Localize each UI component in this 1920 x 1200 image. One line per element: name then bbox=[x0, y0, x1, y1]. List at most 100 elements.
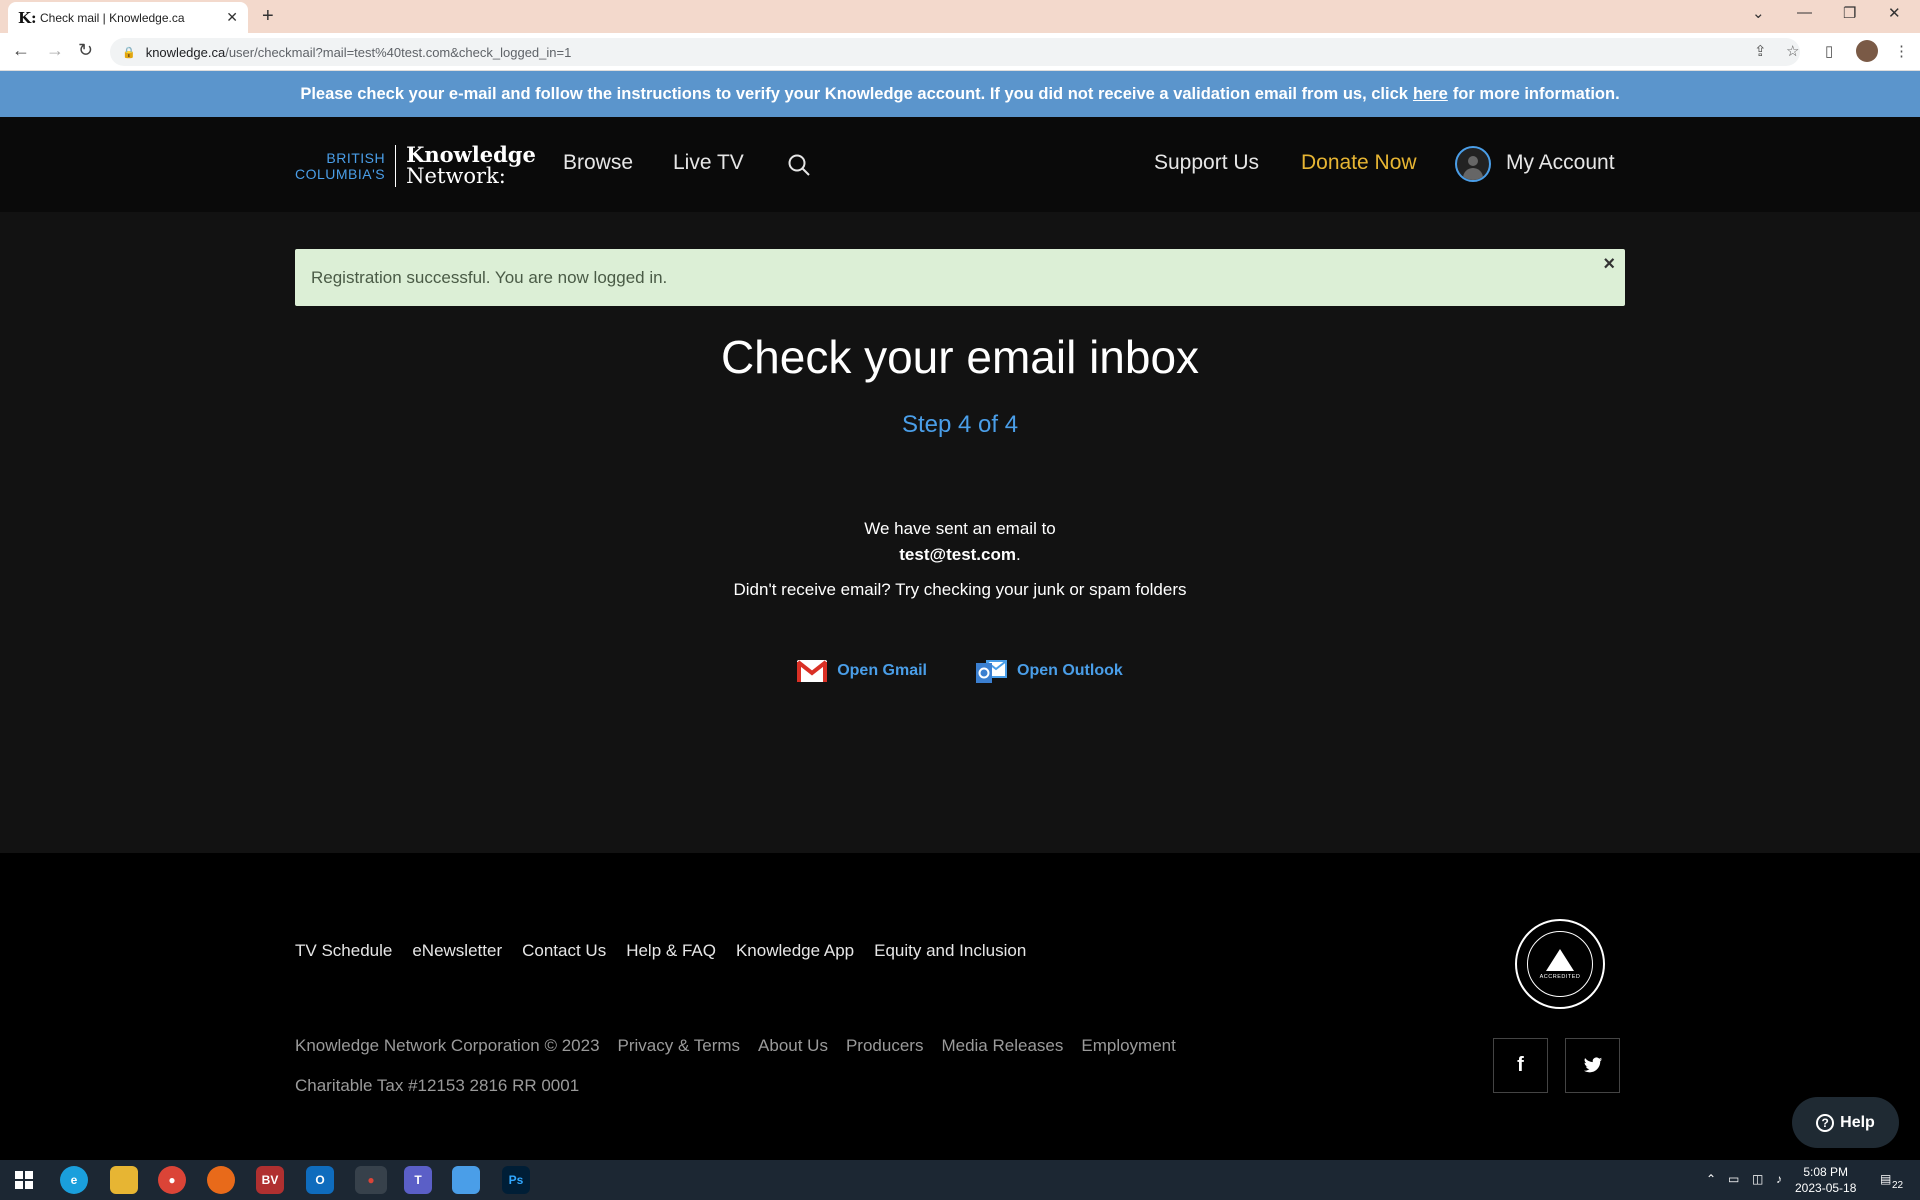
notepad-icon[interactable] bbox=[452, 1166, 480, 1194]
lock-icon: 🔒 bbox=[122, 46, 136, 59]
browser-tab[interactable]: K: Check mail | Knowledge.ca ✕ bbox=[8, 2, 248, 33]
outlook-icon bbox=[976, 660, 1007, 683]
back-icon[interactable]: ← bbox=[12, 40, 30, 61]
tab-title: Check mail | Knowledge.ca bbox=[40, 10, 185, 25]
nav-donate-now[interactable]: Donate Now bbox=[1301, 151, 1417, 175]
legal-link-employment[interactable]: Employment bbox=[1081, 1036, 1175, 1056]
logo-bc-line2: COLUMBIA'S bbox=[295, 165, 386, 182]
side-panel-icon[interactable]: ▯ bbox=[1825, 42, 1833, 60]
footer-link-help-faq[interactable]: Help & FAQ bbox=[626, 941, 716, 961]
step-indicator: Step 4 of 4 bbox=[901, 411, 1019, 438]
strong-charities-badge[interactable]: ACCREDITED bbox=[1515, 919, 1605, 1009]
knowledge-network-logo[interactable]: BRITISH COLUMBIA'S Knowledge Network: bbox=[295, 144, 536, 187]
page-title: Check your email inbox bbox=[720, 331, 1200, 383]
open-gmail-label: Open Gmail bbox=[837, 662, 927, 679]
footer-links: TV Schedule eNewsletter Contact Us Help … bbox=[295, 941, 1026, 961]
footer-legal-links: Knowledge Network Corporation © 2023 Pri… bbox=[295, 1036, 1176, 1056]
address-bar[interactable]: 🔒 knowledge.ca/user/checkmail?mail=test%… bbox=[110, 38, 1800, 66]
firefox-icon[interactable] bbox=[207, 1166, 235, 1194]
help-label: Help bbox=[1840, 1113, 1875, 1131]
chrome-icon[interactable]: ● bbox=[158, 1166, 186, 1194]
junk-hint: Didn't receive email? Try checking your … bbox=[733, 580, 1187, 599]
tray-battery-icon[interactable]: ▭ bbox=[1728, 1172, 1739, 1186]
alert-close-icon[interactable]: × bbox=[1603, 253, 1615, 276]
verification-notice: Please check your e-mail and follow the … bbox=[0, 71, 1920, 117]
minimize-icon[interactable]: — bbox=[1797, 4, 1812, 21]
open-gmail-button[interactable]: Open Gmail bbox=[797, 657, 927, 685]
search-icon[interactable] bbox=[787, 153, 811, 177]
footer-link-knowledge-app[interactable]: Knowledge App bbox=[736, 941, 854, 961]
sent-email-address: test@test.com bbox=[899, 545, 1016, 564]
url-path: /user/checkmail?mail=test%40test.com&che… bbox=[225, 44, 572, 60]
site-favicon-icon: K: bbox=[18, 8, 37, 27]
sent-line: We have sent an email to bbox=[864, 519, 1056, 538]
chrome-active-icon[interactable]: ● bbox=[355, 1166, 387, 1194]
email-line: test@test.com. bbox=[899, 545, 1021, 564]
reload-icon[interactable]: ↻ bbox=[78, 40, 93, 61]
forward-icon[interactable]: → bbox=[46, 40, 64, 61]
url-host: knowledge.ca bbox=[145, 44, 226, 60]
badge-text: ACCREDITED bbox=[1539, 973, 1581, 980]
legal-link-about-us[interactable]: About Us bbox=[758, 1036, 828, 1056]
alert-message: Registration successful. You are now log… bbox=[311, 267, 668, 287]
legal-link-producers[interactable]: Producers bbox=[846, 1036, 923, 1056]
browser-toolbar: ← → ↻ 🔒 knowledge.ca/user/checkmail?mail… bbox=[0, 33, 1920, 71]
footer-link-equity-inclusion[interactable]: Equity and Inclusion bbox=[874, 941, 1026, 961]
nav-my-account[interactable]: My Account bbox=[1506, 151, 1615, 175]
photoshop-icon[interactable]: Ps bbox=[502, 1166, 530, 1194]
notification-icon[interactable]: ▤ bbox=[1880, 1172, 1891, 1186]
site-header: BRITISH COLUMBIA'S Knowledge Network: Br… bbox=[0, 117, 1920, 212]
tray-volume-icon[interactable]: ♪ bbox=[1776, 1172, 1782, 1186]
teams-icon[interactable]: T bbox=[404, 1166, 432, 1194]
file-explorer-icon[interactable] bbox=[110, 1166, 138, 1194]
help-button[interactable]: ? Help bbox=[1792, 1097, 1899, 1148]
edge-icon[interactable]: e bbox=[60, 1166, 88, 1194]
legal-link-privacy-terms[interactable]: Privacy & Terms bbox=[618, 1036, 741, 1056]
notice-text-after: for more information. bbox=[1452, 84, 1620, 103]
copyright: Knowledge Network Corporation © 2023 bbox=[295, 1036, 600, 1055]
profile-avatar[interactable] bbox=[1856, 40, 1878, 62]
bookmark-star-icon[interactable]: ☆ bbox=[1786, 42, 1799, 60]
system-clock[interactable]: 5:08 PM 2023-05-18 bbox=[1795, 1164, 1856, 1196]
tab-search-chevron-icon[interactable]: ⌄ bbox=[1752, 4, 1765, 22]
notification-count: 22 bbox=[1892, 1180, 1904, 1191]
logo-bc-line1: BRITISH bbox=[326, 149, 386, 166]
badge-triangle-icon bbox=[1546, 948, 1574, 971]
windows-start-icon[interactable] bbox=[10, 1166, 38, 1194]
charitable-tax-number: Charitable Tax #12153 2816 RR 0001 bbox=[295, 1076, 580, 1095]
browser-menu-icon[interactable]: ⋮ bbox=[1894, 42, 1909, 60]
tab-close-icon[interactable]: ✕ bbox=[226, 9, 238, 26]
notice-here-link[interactable]: here bbox=[1413, 85, 1448, 104]
logo-divider bbox=[395, 144, 397, 187]
notice-text-before: Please check your e-mail and follow the … bbox=[300, 84, 1408, 103]
footer-link-contact-us[interactable]: Contact Us bbox=[522, 941, 606, 961]
nav-support-us[interactable]: Support Us bbox=[1154, 151, 1259, 175]
site-footer: TV Schedule eNewsletter Contact Us Help … bbox=[0, 853, 1920, 1160]
clock-date: 2023-05-18 bbox=[1795, 1181, 1857, 1195]
help-icon: ? bbox=[1816, 1113, 1835, 1132]
share-icon[interactable]: ⇪ bbox=[1754, 42, 1767, 60]
account-avatar-icon[interactable] bbox=[1455, 146, 1491, 182]
browser-tab-bar: K: Check mail | Knowledge.ca ✕ + ⌄ — ❐ ✕ bbox=[0, 0, 1920, 33]
calendar-app-icon[interactable]: BV bbox=[256, 1166, 284, 1194]
open-outlook-label: Open Outlook bbox=[1017, 662, 1123, 679]
footer-link-tv-schedule[interactable]: TV Schedule bbox=[295, 941, 392, 961]
nav-live-tv[interactable]: Live TV bbox=[673, 151, 744, 175]
tray-network-icon[interactable]: ◫ bbox=[1752, 1172, 1763, 1186]
facebook-icon[interactable]: f bbox=[1493, 1038, 1548, 1093]
windows-taskbar: e ● BV O ● T Ps ⌃ ▭ ◫ ♪ 5:08 PM 2023-05-… bbox=[0, 1160, 1920, 1200]
clock-time: 5:08 PM bbox=[1803, 1165, 1849, 1179]
twitter-icon[interactable] bbox=[1565, 1038, 1620, 1093]
new-tab-icon[interactable]: + bbox=[262, 5, 274, 28]
gmail-icon bbox=[797, 660, 828, 682]
footer-link-enewsletter[interactable]: eNewsletter bbox=[412, 941, 502, 961]
open-outlook-button[interactable]: Open Outlook bbox=[975, 657, 1123, 685]
legal-link-media-releases[interactable]: Media Releases bbox=[941, 1036, 1063, 1056]
tray-chevron-icon[interactable]: ⌃ bbox=[1706, 1172, 1716, 1186]
restore-icon[interactable]: ❐ bbox=[1843, 4, 1856, 22]
nav-browse[interactable]: Browse bbox=[563, 151, 633, 175]
outlook-taskbar-icon[interactable]: O bbox=[306, 1166, 334, 1194]
window-close-icon[interactable]: ✕ bbox=[1888, 4, 1901, 22]
email-provider-links: Open Gmail Open Outlook bbox=[0, 657, 1920, 685]
success-alert: Registration successful. You are now log… bbox=[295, 249, 1625, 306]
